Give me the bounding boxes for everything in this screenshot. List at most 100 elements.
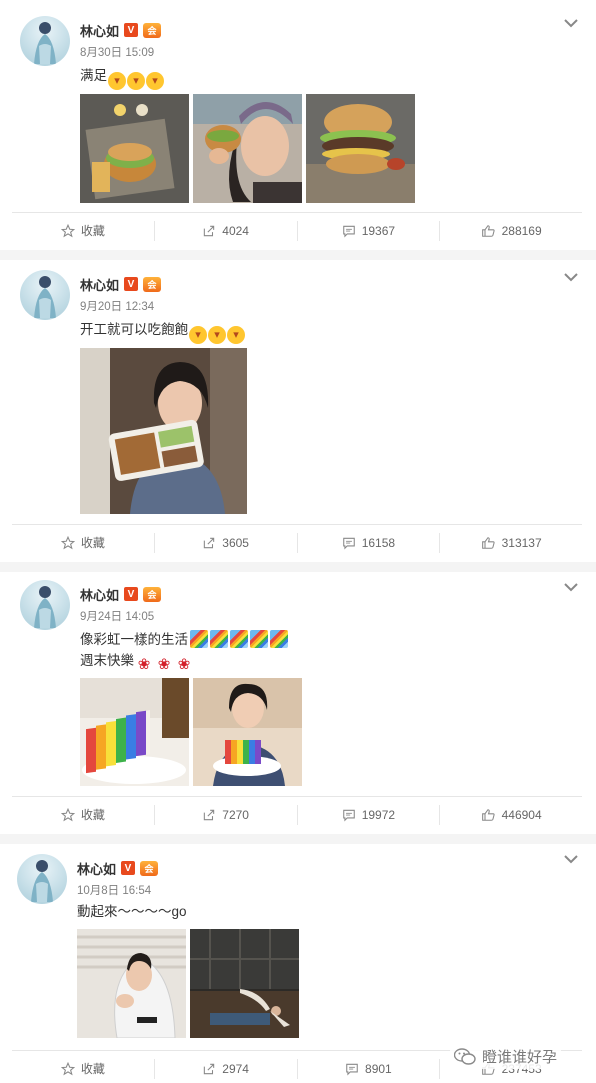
- chevron-down-icon[interactable]: [564, 854, 578, 864]
- post-text: 動起來～～～～go: [77, 904, 187, 919]
- star-icon: [60, 535, 75, 549]
- laugh-emoji-icon: ▾: [127, 72, 145, 90]
- vip-badge-icon: 会: [140, 860, 159, 876]
- author-name[interactable]: 林心如: [80, 21, 119, 40]
- star-icon: [60, 223, 75, 237]
- photo-selfie-eating-burger[interactable]: [193, 94, 302, 203]
- share-icon: [204, 809, 215, 820]
- like-button[interactable]: 446904: [439, 804, 582, 825]
- avatar[interactable]: [20, 580, 70, 630]
- photo-rainbow-cake[interactable]: [80, 678, 189, 786]
- collect-button[interactable]: 收藏: [12, 221, 154, 241]
- vip-badge-icon: 会: [143, 586, 162, 602]
- star-icon: [60, 807, 75, 821]
- photo-woman-white-hoodie[interactable]: [77, 929, 186, 1038]
- post-separator: [0, 834, 596, 844]
- post-text: 开工就可以吃飽飽 ▾ ▾ ▾: [80, 320, 245, 344]
- comment-button[interactable]: 19367: [296, 220, 440, 241]
- like-count: 313137: [501, 535, 542, 550]
- repost-button[interactable]: 2974: [153, 1058, 297, 1079]
- share-icon: [204, 225, 215, 236]
- post-time[interactable]: 9月24日 14:05: [80, 608, 154, 624]
- laugh-emoji-icon: ▾: [227, 326, 245, 344]
- post-time[interactable]: 8月30日 15:09: [80, 44, 154, 60]
- chevron-down-icon[interactable]: [564, 272, 578, 282]
- image-grid: [80, 348, 247, 514]
- like-button[interactable]: 313137: [439, 532, 582, 553]
- avatar[interactable]: [20, 270, 70, 320]
- chevron-down-icon[interactable]: [564, 582, 578, 592]
- vip-badge-icon: 会: [143, 276, 162, 292]
- image-grid: [77, 929, 299, 1038]
- photo-woman-with-rainbow-cake[interactable]: [193, 678, 302, 786]
- author-name[interactable]: 林心如: [77, 859, 116, 878]
- image-grid: [80, 678, 302, 786]
- post-text: 满足 ▾ ▾ ▾: [80, 66, 164, 90]
- laugh-emoji-icon: ▾: [108, 72, 126, 90]
- laugh-emoji-icon: ▾: [146, 72, 164, 90]
- repost-button[interactable]: 7270: [153, 804, 297, 825]
- author-name[interactable]: 林心如: [80, 275, 119, 294]
- author-row: 林心如 V 会: [80, 274, 162, 294]
- like-count: 288169: [501, 223, 542, 238]
- share-icon: [204, 537, 215, 548]
- comment-count: 8901: [365, 1061, 392, 1076]
- vip-badge-icon: 会: [143, 22, 162, 38]
- verified-badge-icon: V: [124, 277, 139, 291]
- photo-burger-fries-plate[interactable]: [80, 94, 189, 203]
- author-name[interactable]: 林心如: [80, 585, 119, 604]
- verified-badge-icon: V: [124, 23, 139, 37]
- collect-button[interactable]: 收藏: [12, 533, 154, 553]
- collect-label: 收藏: [80, 224, 105, 238]
- avatar[interactable]: [20, 16, 70, 66]
- like-button[interactable]: 288169: [439, 220, 582, 241]
- photo-woman-with-lunchbox[interactable]: [80, 348, 247, 514]
- collect-label: 收藏: [80, 1062, 105, 1076]
- thumbs-up-icon: [481, 808, 495, 821]
- photo-yoga-studio[interactable]: [190, 929, 299, 1038]
- repost-button[interactable]: 3605: [153, 532, 297, 553]
- watermark: 瞪谁谁好孕: [450, 1044, 562, 1069]
- post-time[interactable]: 9月20日 12:34: [80, 298, 154, 314]
- star-icon: [60, 1061, 75, 1075]
- post-separator: [0, 250, 596, 260]
- comment-icon: [342, 225, 355, 238]
- repost-count: 2974: [222, 1061, 249, 1076]
- wechat-icon: [454, 1047, 476, 1065]
- rainbow-emoji-icon: [250, 630, 268, 648]
- post-text-line2: 週末快樂 ❀ ❀ ❀: [80, 653, 191, 673]
- action-bar: 收藏 7270 19972 446904: [12, 796, 582, 832]
- photo-burger-closeup[interactable]: [306, 94, 415, 203]
- comment-icon: [346, 1063, 358, 1076]
- collect-button[interactable]: 收藏: [12, 1059, 154, 1079]
- comment-button[interactable]: 19972: [296, 804, 440, 825]
- repost-count: 3605: [222, 535, 249, 550]
- collect-button[interactable]: 收藏: [12, 805, 154, 825]
- comment-count: 16158: [361, 535, 396, 550]
- thumbs-up-icon: [481, 224, 495, 237]
- author-row: 林心如 V 会: [80, 584, 162, 604]
- collect-label: 收藏: [80, 536, 105, 550]
- comment-button[interactable]: 8901: [296, 1058, 440, 1079]
- action-bar: 收藏 4024 19367 288169: [12, 212, 582, 248]
- comment-button[interactable]: 16158: [296, 532, 440, 553]
- comment-count: 19972: [361, 807, 396, 822]
- post-text: 像彩虹一樣的生活: [80, 630, 288, 650]
- chevron-down-icon[interactable]: [564, 18, 578, 28]
- collect-label: 收藏: [80, 808, 105, 822]
- rainbow-emoji-icon: [230, 630, 248, 648]
- verified-badge-icon: V: [124, 587, 139, 601]
- post-time[interactable]: 10月8日 16:54: [77, 882, 151, 898]
- laugh-emoji-icon: ▾: [189, 326, 207, 344]
- avatar[interactable]: [17, 854, 67, 904]
- rainbow-emoji-icon: [190, 630, 208, 648]
- author-row: 林心如 V 会: [80, 20, 162, 40]
- author-row: 林心如 V 会: [77, 858, 159, 878]
- repost-button[interactable]: 4024: [153, 220, 297, 241]
- rose-emoji-icon: ❀: [157, 656, 171, 673]
- rainbow-emoji-icon: [210, 630, 228, 648]
- comment-count: 19367: [361, 223, 396, 238]
- repost-count: 7270: [222, 807, 249, 822]
- rainbow-emoji-icon: [270, 630, 288, 648]
- rose-emoji-icon: ❀: [177, 656, 191, 673]
